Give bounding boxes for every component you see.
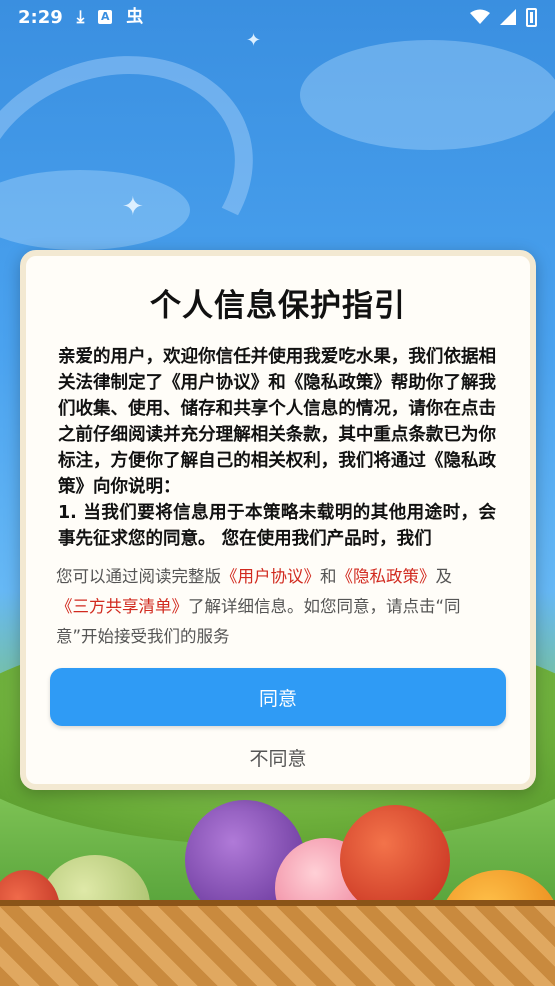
policy-paragraph: 1. 当我们要将信息用于本策略未载明的其他用途时，会事先征求您的同意。 您在使用… — [58, 503, 496, 547]
apple-decoration — [340, 805, 450, 915]
policy-text-scroll[interactable]: 亲爱的用户，欢迎你信任并使用我爱吃水果，我们依据相关法律制定了《用户协议》和《隐… — [58, 344, 496, 547]
star-icon: ✦ — [122, 192, 144, 222]
privacy-dialog: 个人信息保护指引 亲爱的用户，欢迎你信任并使用我爱吃水果，我们依据相关法律制定了… — [20, 250, 536, 790]
signal-icon — [500, 9, 516, 25]
privacy-policy-link[interactable]: 《隐私政策》 — [337, 567, 436, 586]
battery-icon — [526, 7, 537, 27]
summary-text: 和 — [320, 567, 337, 586]
third-party-list-link[interactable]: 《三方共享清单》 — [56, 597, 188, 616]
app-screen: ✦ ✦ 2:29 ⤓ A 虫 个人信息保护指引 亲爱的用户，欢迎你信任并使用我爱… — [0, 0, 555, 986]
policy-summary: 您可以通过阅读完整版《用户协议》和《隐私政策》及 《三方共享清单》了解详细信息。如… — [56, 562, 500, 652]
agree-button[interactable]: 同意 — [50, 668, 506, 726]
summary-text: 您可以通过阅读完整版 — [56, 567, 221, 586]
policy-paragraph: 亲爱的用户，欢迎你信任并使用我爱吃水果，我们依据相关法律制定了《用户协议》和《隐… — [58, 347, 496, 497]
status-bar: 2:29 ⤓ A 虫 — [0, 0, 555, 34]
wifi-icon — [470, 9, 490, 24]
status-time: 2:29 — [18, 6, 63, 28]
download-icon: ⤓ — [76, 6, 85, 27]
disagree-button[interactable]: 不同意 — [26, 741, 530, 777]
status-bar-right — [470, 7, 537, 27]
dialog-title: 个人信息保护指引 — [150, 288, 406, 324]
user-agreement-link[interactable]: 《用户协议》 — [221, 567, 320, 586]
keyboard-a-icon: A — [98, 10, 113, 24]
status-bar-left: 2:29 ⤓ A 虫 — [18, 7, 143, 28]
basket-decoration — [0, 900, 555, 986]
cloud-decoration — [300, 40, 555, 150]
summary-text: 及 — [435, 567, 453, 586]
app-notification-icon: 虫 — [126, 6, 144, 27]
